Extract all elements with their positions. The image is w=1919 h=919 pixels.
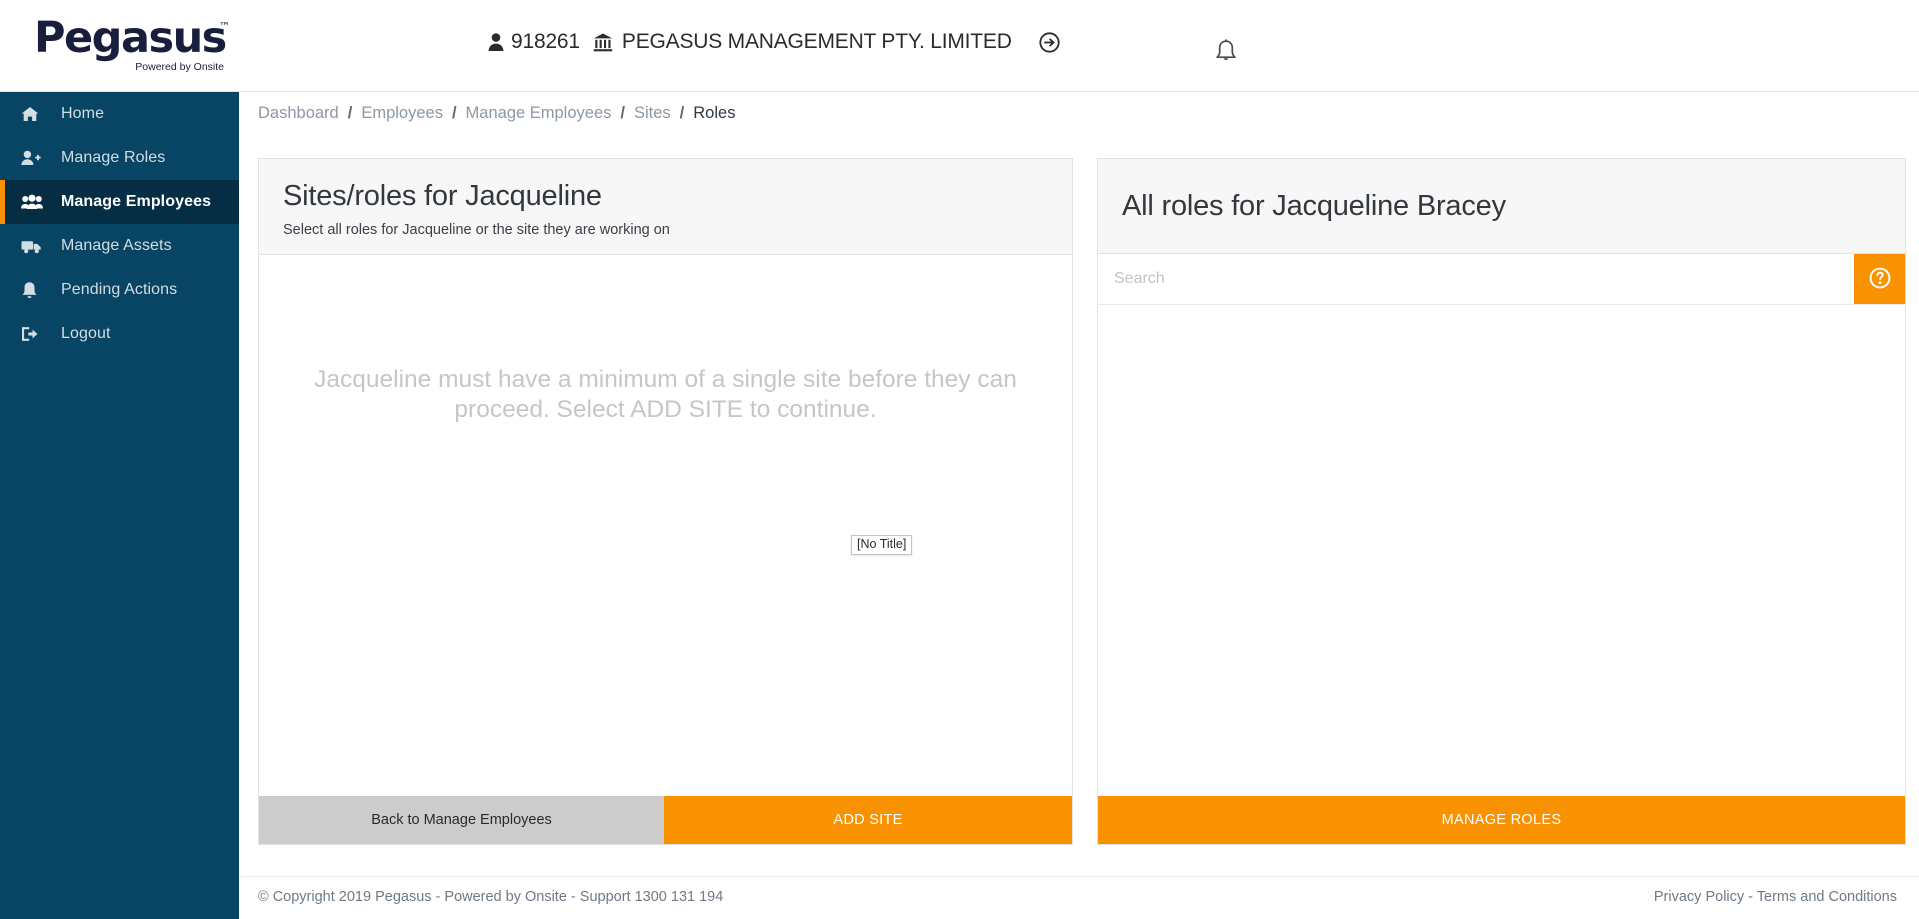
roles-search-row: [1098, 254, 1905, 305]
question-circle-icon: [1869, 267, 1891, 292]
all-roles-panel-header: All roles for Jacqueline Bracey: [1098, 159, 1905, 254]
sidebar-item-label: Manage Employees: [61, 193, 212, 210]
sites-roles-panel-header: Sites/roles for Jacqueline Select all ro…: [259, 159, 1072, 255]
empty-state-message: Jacqueline must have a minimum of a sing…: [314, 366, 1017, 423]
sidebar-item-label: Home: [61, 105, 105, 122]
logo-trademark: ™: [219, 20, 230, 33]
breadcrumb-item-manage-employees[interactable]: Manage Employees: [466, 104, 612, 123]
breadcrumb-separator: /: [347, 104, 353, 122]
sites-roles-panel: Sites/roles for Jacqueline Select all ro…: [258, 158, 1073, 845]
top-header: Pegasus ™ Powered by Onsite 918261 PEGAS…: [0, 0, 1919, 92]
truck-icon: [21, 239, 51, 254]
help-button[interactable]: [1854, 254, 1905, 304]
sidebar-nav: Home Manage Roles Manage Employees Manag…: [0, 92, 239, 919]
sidebar-item-pending-actions[interactable]: Pending Actions: [0, 268, 239, 312]
add-site-button[interactable]: ADD SITE: [664, 796, 1072, 844]
sidebar-item-home[interactable]: Home: [0, 92, 239, 136]
breadcrumb: Dashboard / Employees / Manage Employees…: [258, 104, 735, 123]
main-content: Dashboard / Employees / Manage Employees…: [239, 92, 1919, 919]
target-circle-icon[interactable]: [1039, 31, 1060, 53]
app-root: Pegasus ™ Powered by Onsite 918261 PEGAS…: [0, 0, 1919, 919]
breadcrumb-item-roles: Roles: [693, 104, 736, 122]
all-roles-title: All roles for Jacqueline Bracey: [1122, 190, 1506, 222]
breadcrumb-separator: /: [451, 104, 457, 122]
sidebar-item-label: Pending Actions: [61, 281, 178, 298]
users-group-icon: [21, 194, 51, 210]
panel-subtitle: Select all roles for Jacqueline or the s…: [283, 222, 670, 238]
breadcrumb-separator: /: [620, 104, 625, 122]
sidebar-item-manage-employees[interactable]: Manage Employees: [0, 180, 239, 224]
footer-copyright: © Copyright 2019 Pegasus - Powered by On…: [258, 889, 724, 905]
user-icon: [488, 32, 504, 52]
company-name-text: PEGASUS MANAGEMENT PTY. LIMITED: [621, 30, 1012, 53]
header-company: PEGASUS MANAGEMENT PTY. LIMITED: [593, 30, 1012, 54]
sidebar-item-logout[interactable]: Logout: [0, 312, 239, 356]
bell-icon: [21, 281, 51, 299]
manage-roles-button[interactable]: MANAGE ROLES: [1098, 796, 1905, 844]
page-footer: © Copyright 2019 Pegasus - Powered by On…: [239, 876, 1919, 919]
all-roles-panel-actions: MANAGE ROLES: [1098, 796, 1905, 844]
all-roles-panel-body: [1098, 305, 1905, 844]
sign-out-icon: [21, 326, 51, 342]
breadcrumb-separator: /: [679, 104, 685, 122]
back-to-manage-employees-button[interactable]: Back to Manage Employees: [259, 796, 664, 844]
all-roles-panel: All roles for Jacqueline Bracey MANAG: [1097, 158, 1906, 845]
bank-icon: [593, 32, 613, 52]
breadcrumb-item-sites[interactable]: Sites: [634, 104, 671, 123]
breadcrumb-item-dashboard[interactable]: Dashboard: [258, 104, 339, 123]
logo-subtitle: Powered by Onsite: [135, 61, 224, 73]
user-id-text: 918261: [511, 30, 580, 53]
sidebar-item-label: Manage Assets: [61, 237, 172, 254]
sidebar-item-label: Manage Roles: [61, 149, 166, 166]
sidebar-item-manage-roles[interactable]: Manage Roles: [0, 136, 239, 180]
breadcrumb-item-employees[interactable]: Employees: [361, 104, 443, 123]
pegasus-logo[interactable]: Pegasus ™ Powered by Onsite: [34, 16, 234, 80]
sidebar-item-manage-assets[interactable]: Manage Assets: [0, 224, 239, 268]
notification-bell-icon[interactable]: [1213, 38, 1239, 66]
sites-roles-panel-actions: Back to Manage Employees ADD SITE: [259, 796, 1072, 844]
footer-legal-links[interactable]: Privacy Policy - Terms and Conditions: [1654, 889, 1897, 905]
page-title: Sites/roles for Jacqueline: [283, 180, 602, 212]
no-title-tooltip: [No Title]: [851, 535, 913, 555]
header-user: 918261: [488, 30, 580, 54]
sites-roles-panel-body: Jacqueline must have a minimum of a sing…: [259, 255, 1072, 844]
header-account-info: 918261 PEGASUS MANAGEMENT PTY. LIMITED: [488, 30, 1060, 54]
search-input[interactable]: [1098, 254, 1854, 304]
home-icon: [21, 106, 51, 122]
user-plus-icon: [21, 150, 51, 166]
sidebar-item-label: Logout: [61, 325, 111, 342]
logo-text: Pegasus: [34, 13, 227, 63]
